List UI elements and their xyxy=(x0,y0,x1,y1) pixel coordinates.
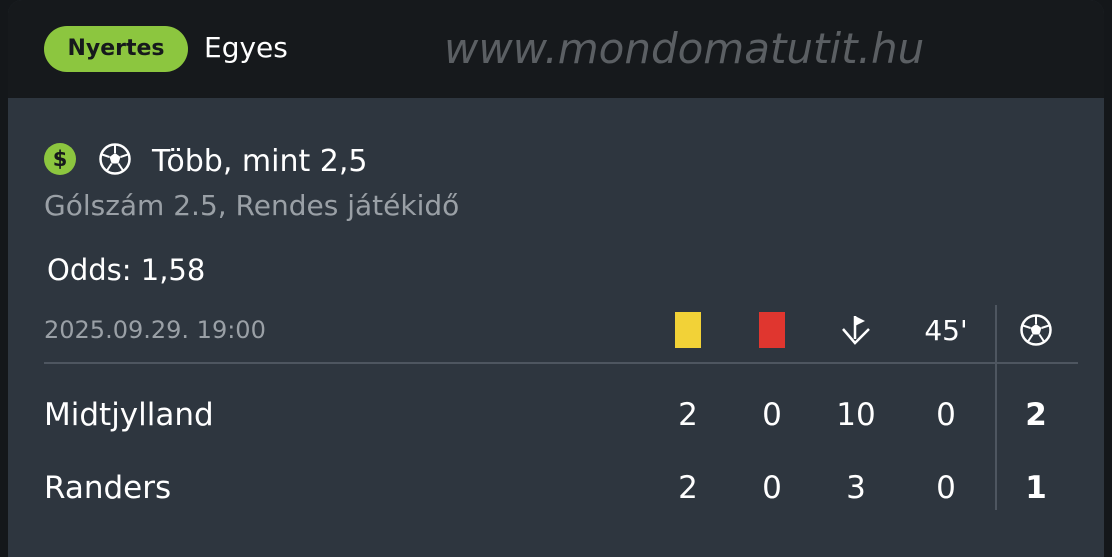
halftime-column-header: 45' xyxy=(924,313,968,347)
goals-column-header xyxy=(1006,308,1066,352)
home-corners: 10 xyxy=(836,397,876,433)
home-red-cards: 0 xyxy=(762,397,782,433)
home-yellow-cards: 2 xyxy=(678,397,698,433)
bet-card[interactable]: Nyertes Egyes www.mondomatutit.hu $ Több… xyxy=(8,0,1104,557)
bet-type-label: Egyes xyxy=(204,31,288,64)
bet-market: Gólszám 2.5, Rendes játékidő xyxy=(44,189,460,222)
red-card-column-header xyxy=(742,308,802,352)
dollar-icon: $ xyxy=(44,143,76,175)
match-datetime: 2025.09.29. 19:00 xyxy=(44,316,266,344)
odds-value: Odds: 1,58 xyxy=(47,253,206,287)
away-red-cards: 0 xyxy=(762,470,782,506)
away-corners: 3 xyxy=(846,470,866,506)
away-goals: 1 xyxy=(1025,470,1047,506)
bet-card-header: Nyertes Egyes www.mondomatutit.hu xyxy=(8,0,1104,98)
bet-selection: Több, mint 2,5 xyxy=(152,144,368,179)
soccer-ball-icon xyxy=(1020,314,1052,346)
soccer-ball-icon xyxy=(99,143,131,175)
header-divider xyxy=(44,362,1078,364)
watermark: www.mondomatutit.hu xyxy=(444,24,925,73)
home-goals: 2 xyxy=(1025,397,1047,433)
away-halftime-goals: 0 xyxy=(936,470,956,506)
away-yellow-cards: 2 xyxy=(678,470,698,506)
score-divider xyxy=(995,305,997,510)
yellow-card-column-header xyxy=(658,308,718,352)
corner-flag-icon xyxy=(842,316,870,345)
yellow-card-icon xyxy=(675,312,701,348)
status-badge: Nyertes xyxy=(44,26,188,72)
team-name-home: Midtjylland xyxy=(44,397,214,433)
team-name-away: Randers xyxy=(44,470,172,506)
home-halftime-goals: 0 xyxy=(936,397,956,433)
red-card-icon xyxy=(759,312,785,348)
corner-column-header xyxy=(826,308,886,352)
